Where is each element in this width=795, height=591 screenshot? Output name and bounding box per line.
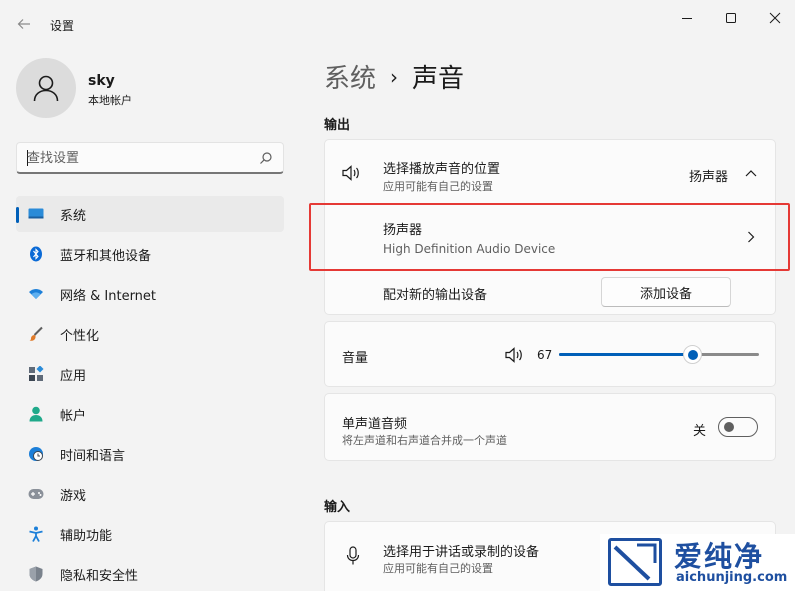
search-input[interactable]	[27, 149, 247, 167]
search-icon[interactable]	[259, 151, 273, 165]
watermark-logo: 爱纯净 aichunjing.com	[600, 534, 795, 591]
speaker-icon	[342, 165, 359, 181]
sidebar-item-gaming[interactable]: 游戏	[16, 476, 284, 512]
breadcrumb: 系统 › 声音	[324, 58, 464, 95]
sidebar-item-label: 帐户	[60, 408, 87, 424]
sidebar-item-label: 个性化	[60, 328, 100, 344]
sidebar-item-label: 游戏	[60, 488, 87, 504]
apps-icon	[28, 366, 44, 382]
app-title: 设置	[50, 19, 75, 33]
accessibility-icon	[28, 526, 44, 542]
output-section-title: 输出	[324, 118, 351, 133]
mono-toggle-state: 关	[693, 424, 707, 439]
device-name: 扬声器	[383, 223, 423, 238]
sidebar-item-bluetooth[interactable]: 蓝牙和其他设备	[16, 236, 284, 272]
sidebar-item-label: 系统	[60, 208, 87, 224]
breadcrumb-parent[interactable]: 系统	[324, 58, 376, 95]
choose-input-subtitle: 应用可能有自己的设置	[383, 562, 493, 575]
avatar[interactable]	[16, 58, 76, 118]
sidebar-item-accessibility[interactable]: 辅助功能	[16, 516, 284, 552]
person-icon	[33, 75, 59, 102]
chevron-right-icon	[748, 231, 755, 243]
arrow-left-icon	[17, 19, 30, 29]
mono-audio-toggle[interactable]	[718, 417, 758, 437]
toggle-knob	[724, 422, 734, 432]
watermark-url: aichunjing.com	[676, 570, 788, 585]
add-device-button[interactable]: 添加设备	[601, 277, 731, 307]
sidebar-item-label: 时间和语言	[60, 448, 126, 464]
sidebar-item-system[interactable]: 系统	[16, 196, 284, 232]
sidebar-nav: 系统 蓝牙和其他设备 网络 & Internet 个性化 应用 帐户 时间和语言…	[16, 196, 284, 591]
gamepad-icon	[28, 486, 44, 502]
watermark-emblem	[608, 538, 662, 586]
input-section-title: 输入	[324, 500, 351, 515]
sidebar-item-apps[interactable]: 应用	[16, 356, 284, 392]
maximize-button[interactable]	[709, 6, 753, 30]
volume-value: 67	[537, 348, 553, 362]
chevron-up-icon[interactable]	[745, 169, 757, 177]
wifi-icon	[28, 286, 44, 302]
sidebar-item-label: 隐私和安全性	[60, 568, 139, 584]
shield-icon	[28, 566, 44, 582]
maximize-icon	[726, 13, 736, 23]
sidebar-item-personalization[interactable]: 个性化	[16, 316, 284, 352]
account-icon	[28, 406, 44, 422]
device-description: High Definition Audio Device	[383, 242, 556, 256]
watermark-text: 爱纯净	[674, 540, 765, 573]
back-button[interactable]	[14, 14, 34, 34]
globe-clock-icon	[28, 446, 44, 462]
brush-icon	[28, 326, 44, 342]
user-name: sky	[88, 73, 115, 89]
volume-slider-thumb[interactable]	[683, 345, 702, 364]
minimize-button[interactable]	[665, 6, 709, 30]
pair-output-label: 配对新的输出设备	[383, 288, 488, 303]
choose-output-subtitle: 应用可能有自己的设置	[383, 180, 493, 193]
volume-label: 音量	[342, 351, 369, 366]
choose-output-row[interactable]: 选择播放声音的位置 应用可能有自己的设置 扬声器	[325, 140, 775, 204]
account-type: 本地帐户	[88, 94, 132, 107]
sidebar-item-label: 辅助功能	[60, 528, 113, 544]
mono-audio-title: 单声道音频	[342, 417, 408, 432]
search-box[interactable]	[16, 142, 284, 174]
close-icon	[769, 12, 781, 24]
mono-audio-card: 单声道音频 将左声道和右声道合并成一个声道 关	[324, 393, 776, 461]
sidebar-item-label: 网络 & Internet	[60, 288, 157, 304]
sidebar-item-time-language[interactable]: 时间和语言	[16, 436, 284, 472]
bluetooth-icon	[28, 246, 44, 262]
selected-output-device: 扬声器	[689, 170, 729, 185]
speaker-device-row[interactable]: 扬声器 High Definition Audio Device	[325, 205, 775, 269]
choose-output-title: 选择播放声音的位置	[383, 162, 501, 177]
system-icon	[28, 206, 44, 222]
settings-window: 设置 sky 本地帐户 系统 蓝牙和其他设备	[0, 0, 795, 591]
volume-slider[interactable]	[559, 345, 759, 364]
sidebar-item-accounts[interactable]: 帐户	[16, 396, 284, 432]
page-title: 声音	[412, 64, 465, 94]
sidebar-item-label: 蓝牙和其他设备	[60, 248, 152, 264]
microphone-icon	[346, 546, 360, 565]
sidebar-item-network[interactable]: 网络 & Internet	[16, 276, 284, 312]
choose-input-title: 选择用于讲话或录制的设备	[383, 545, 540, 560]
sidebar-item-privacy[interactable]: 隐私和安全性	[16, 556, 284, 591]
speaker-volume-icon[interactable]	[505, 347, 525, 363]
mono-audio-subtitle: 将左声道和右声道合并成一个声道	[342, 434, 507, 447]
title-bar: 设置	[0, 0, 795, 48]
chevron-right-icon: ›	[390, 64, 399, 89]
volume-slider-fill	[559, 353, 693, 356]
divider	[325, 269, 775, 270]
close-button[interactable]	[753, 6, 795, 30]
minimize-icon	[682, 18, 692, 19]
sidebar-item-label: 应用	[60, 368, 87, 384]
